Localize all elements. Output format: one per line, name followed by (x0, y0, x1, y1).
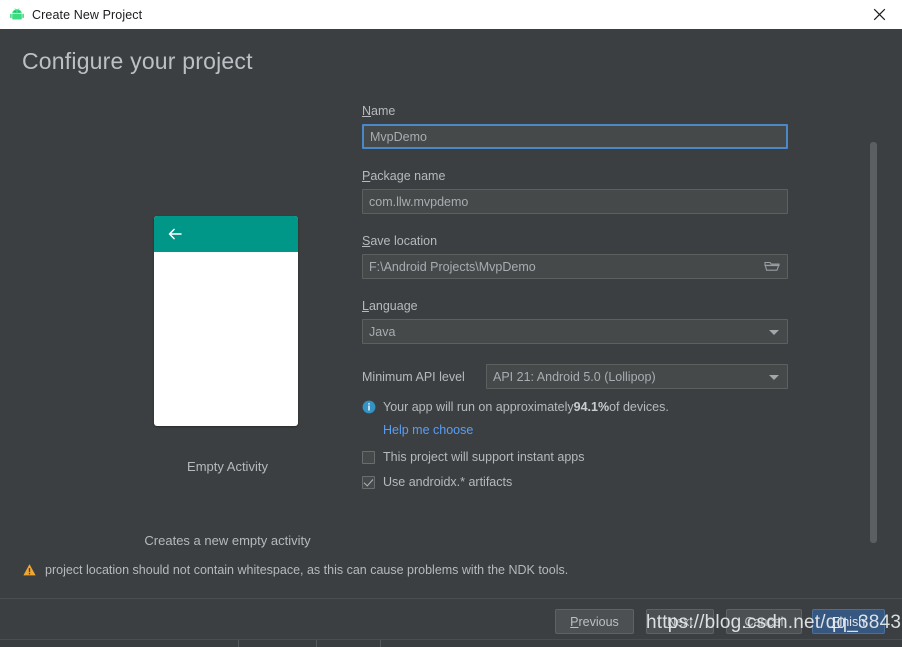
previous-button-mnemonic: P (570, 615, 578, 629)
name-input[interactable]: MvpDemo (362, 124, 788, 149)
template-description-label: Creates a new empty activity (110, 533, 345, 548)
window-title: Create New Project (32, 8, 142, 22)
language-label-mnemonic: L (362, 299, 369, 313)
create-new-project-dialog: Create New Project Configure your projec… (0, 0, 902, 646)
save-location-field-group: Save location F:\Android Projects\MvpDem… (362, 234, 788, 279)
preview-app-bar (154, 216, 298, 252)
minimum-api-row: Minimum API level API 21: Android 5.0 (L… (362, 364, 788, 389)
name-field-group: Name MvpDemo (362, 104, 788, 149)
androidx-label: Use androidx.* artifacts (383, 475, 512, 489)
cancel-button-label-rest: ancel (754, 615, 784, 629)
close-icon[interactable] (856, 0, 902, 29)
cancel-button[interactable]: Cancel (726, 609, 802, 634)
api-coverage-percent: 94.1% (574, 400, 609, 414)
project-configuration-form: Name MvpDemo Package name com.llw.mvpdem… (362, 104, 788, 489)
chevron-down-icon (769, 330, 779, 335)
info-icon (362, 400, 376, 414)
save-location-input[interactable]: F:\Android Projects\MvpDemo (362, 254, 788, 279)
instant-apps-checkbox[interactable] (362, 451, 375, 464)
androidx-checkbox-row[interactable]: Use androidx.* artifacts (362, 475, 788, 489)
api-coverage-text-before: Your app will run on approximately (383, 400, 574, 414)
save-location-input-wrapper: F:\Android Projects\MvpDemo (362, 254, 788, 279)
activity-preview-image (154, 216, 298, 426)
save-location-label-rest: ave location (370, 234, 437, 248)
api-coverage-info: Your app will run on approximately 94.1%… (362, 400, 788, 414)
api-coverage-text-after: of devices. (609, 400, 669, 414)
package-name-label: Package name (362, 169, 788, 183)
content-scroll-viewport: Empty Activity Creates a new empty activ… (0, 104, 884, 559)
name-label-mnemonic: N (362, 104, 371, 118)
package-name-input[interactable]: com.llw.mvpdemo (362, 189, 788, 214)
android-robot-icon (9, 7, 25, 23)
save-location-label: Save location (362, 234, 788, 248)
finish-button-label-rest: inish (839, 615, 865, 629)
language-field-group: Language Java (362, 299, 788, 344)
validation-warning-text: project location should not contain whit… (45, 563, 568, 577)
title-bar: Create New Project (0, 0, 902, 30)
cancel-button-mnemonic: C (745, 615, 754, 629)
name-label: Name (362, 104, 788, 118)
finish-button[interactable]: Finish (812, 609, 885, 634)
package-name-label-rest: ackage name (370, 169, 445, 183)
minimum-api-label: Minimum API level (362, 370, 486, 384)
warning-triangle-icon (22, 563, 37, 577)
folder-icon[interactable] (764, 259, 780, 273)
help-me-choose-link[interactable]: Help me choose (383, 423, 473, 437)
package-name-field-group: Package name com.llw.mvpdemo (362, 169, 788, 214)
template-name-label: Empty Activity (110, 459, 345, 474)
scrollbar-thumb[interactable] (870, 142, 877, 543)
minimum-api-selected-value: API 21: Android 5.0 (Lollipop) (493, 370, 656, 384)
instant-apps-label: This project will support instant apps (383, 450, 584, 464)
next-button-label-rest: ext (676, 615, 693, 629)
language-select[interactable]: Java (362, 319, 788, 344)
dialog-body: Configure your project Empty Activity Cr… (0, 29, 902, 598)
minimum-api-select[interactable]: API 21: Android 5.0 (Lollipop) (486, 364, 788, 389)
content-scrollbar[interactable] (870, 109, 877, 555)
androidx-checkbox[interactable] (362, 476, 375, 489)
next-button[interactable]: Next (646, 609, 714, 634)
previous-button-label-rest: revious (579, 615, 619, 629)
page-title: Configure your project (22, 48, 253, 75)
back-arrow-icon (166, 225, 184, 243)
name-label-rest: ame (371, 104, 395, 118)
language-selected-value: Java (369, 325, 395, 339)
finish-button-mnemonic: F (832, 615, 840, 629)
validation-warning-bar: project location should not contain whit… (0, 553, 902, 587)
chevron-down-icon (769, 375, 779, 380)
previous-button[interactable]: Previous (555, 609, 634, 634)
next-button-mnemonic: N (667, 615, 676, 629)
language-label-rest: anguage (369, 299, 418, 313)
instant-apps-checkbox-row[interactable]: This project will support instant apps (362, 450, 788, 464)
language-label: Language (362, 299, 788, 313)
